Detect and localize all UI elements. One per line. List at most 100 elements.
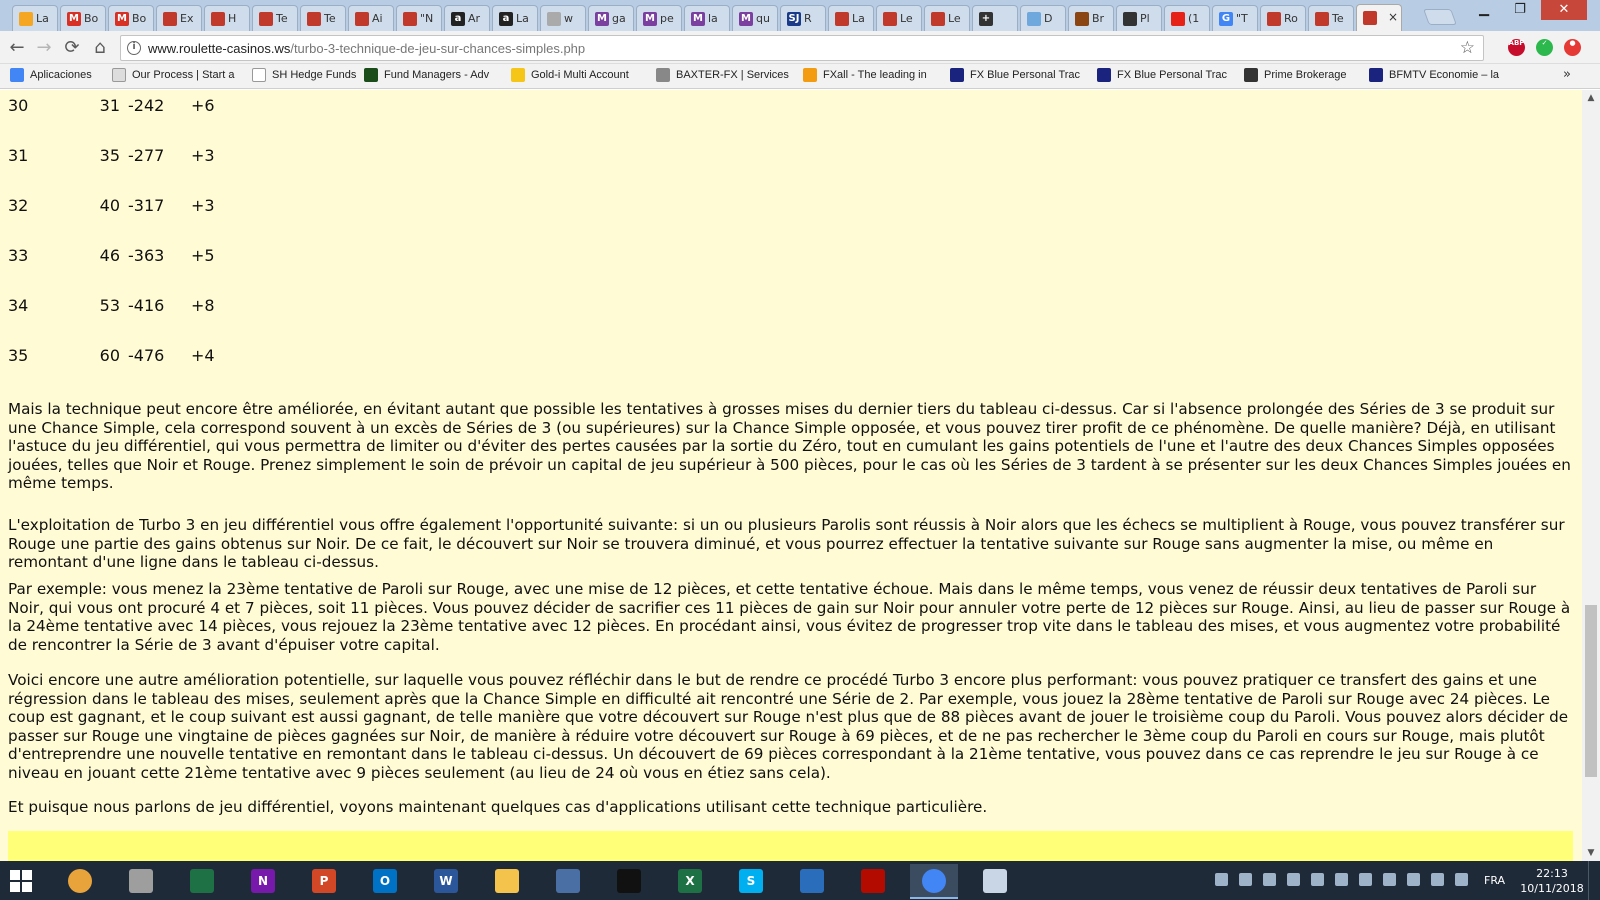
- browser-tab[interactable]: Pl: [1116, 5, 1162, 31]
- taskbar-app-cat-app[interactable]: [605, 864, 653, 899]
- bookmark-item[interactable]: Prime Brokerage: [1244, 68, 1362, 85]
- bookmark-item[interactable]: BFMTV Economie – la: [1369, 68, 1524, 85]
- browser-tab[interactable]: Mqu: [732, 5, 778, 31]
- tab-title: Br: [1092, 12, 1105, 25]
- browser-tab[interactable]: Te: [252, 5, 298, 31]
- more-bookmarks-button[interactable]: »: [1563, 67, 1571, 82]
- bookmark-item[interactable]: FXall - The leading in: [803, 68, 943, 85]
- taskbar-app-word[interactable]: W: [422, 864, 470, 899]
- show-desktop-button[interactable]: [1588, 861, 1600, 900]
- address-bar[interactable]: i www.roulette-casinos.ws/turbo-3-techni…: [120, 35, 1484, 61]
- browser-tab[interactable]: M Bo: [60, 5, 106, 31]
- maximize-button[interactable]: ❐: [1506, 0, 1534, 20]
- home-button[interactable]: ⌂: [89, 37, 111, 59]
- tray-icon[interactable]: [1239, 873, 1252, 886]
- tray-icon[interactable]: [1455, 873, 1468, 886]
- browser-tab[interactable]: Ex: [156, 5, 202, 31]
- bookmark-item[interactable]: BAXTER-FX | Services: [656, 68, 796, 85]
- browser-tab[interactable]: +: [972, 5, 1018, 31]
- bookmark-item[interactable]: Gold-i Multi Account: [511, 68, 649, 85]
- browser-tab[interactable]: (1: [1164, 5, 1210, 31]
- row-number: 32: [8, 196, 29, 215]
- bookmark-item[interactable]: SH Hedge Funds: [252, 68, 357, 85]
- browser-tab[interactable]: Br: [1068, 5, 1114, 31]
- tray-icon[interactable]: [1335, 873, 1348, 886]
- site-info-icon[interactable]: i: [127, 41, 141, 55]
- tab-favicon-icon: M: [595, 12, 609, 26]
- tab-close-icon[interactable]: ×: [1388, 10, 1398, 24]
- taskbar-app-onenote[interactable]: N: [239, 864, 287, 899]
- scroll-up-button[interactable]: ▲: [1582, 90, 1600, 106]
- bookmarks-bar: Aplicaciones Our Process | Start a SH Hedg…: [0, 64, 1600, 89]
- browser-tab[interactable]: M Bo: [108, 5, 154, 31]
- taskbar-app-skype[interactable]: S: [727, 864, 775, 899]
- browser-tab[interactable]: Mga: [588, 5, 634, 31]
- windows-logo-icon: [10, 882, 20, 892]
- start-button[interactable]: [10, 870, 32, 892]
- browser-tab[interactable]: Ai: [348, 5, 394, 31]
- tray-icon[interactable]: [1263, 873, 1276, 886]
- scrollbar-thumb[interactable]: [1585, 605, 1597, 777]
- bookmark-item[interactable]: Fund Managers - Adv: [364, 68, 504, 85]
- browser-tab[interactable]: Le: [924, 5, 970, 31]
- taskbar-app-excel-online[interactable]: [178, 864, 226, 899]
- language-indicator[interactable]: FRA: [1484, 874, 1505, 887]
- scroll-down-button[interactable]: ▼: [1582, 845, 1600, 861]
- taskbar-app-chrome[interactable]: [910, 864, 958, 899]
- reload-button[interactable]: ⟳: [61, 37, 83, 59]
- taskbar-app-powerpoint[interactable]: P: [300, 864, 348, 899]
- minimize-button[interactable]: ▁: [1470, 0, 1498, 20]
- clock[interactable]: 22:13 10/11/2018: [1520, 866, 1584, 896]
- tray-icon[interactable]: [1311, 873, 1324, 886]
- browser-tab[interactable]: G "T: [1212, 5, 1258, 31]
- page-scrollbar[interactable]: ▲ ▼: [1582, 90, 1600, 861]
- tray-icon[interactable]: [1215, 873, 1228, 886]
- bookmark-item[interactable]: Our Process | Start a: [112, 68, 245, 85]
- browser-tab[interactable]: a La: [492, 5, 538, 31]
- taskbar-app-paint[interactable]: [971, 864, 1019, 899]
- browser-tab[interactable]: D: [1020, 5, 1066, 31]
- bookmark-favicon-icon: [10, 68, 24, 82]
- browser-tab[interactable]: Ro: [1260, 5, 1306, 31]
- tray-icon[interactable]: [1359, 873, 1372, 886]
- taskbar-app-notepad[interactable]: [117, 864, 165, 899]
- browser-tab[interactable]: SJ R: [780, 5, 826, 31]
- taskbar-app-network-app[interactable]: [788, 864, 836, 899]
- taskbar-app-outlook[interactable]: O: [361, 864, 409, 899]
- browser-tab[interactable]: Te: [1308, 5, 1354, 31]
- tray-icon[interactable]: [1287, 873, 1300, 886]
- browser-tab[interactable]: ×: [1356, 4, 1402, 31]
- bookmark-item[interactable]: FX Blue Personal Trac: [1097, 68, 1237, 85]
- tab-title: qu: [756, 12, 770, 25]
- taskbar-app-acrobat[interactable]: [849, 864, 897, 899]
- taskbar-app-chrome-canary[interactable]: [56, 864, 104, 899]
- adblock-plus-icon[interactable]: ABP: [1508, 39, 1525, 56]
- tray-icon[interactable]: [1383, 873, 1396, 886]
- bookmark-item[interactable]: FX Blue Personal Trac: [950, 68, 1090, 85]
- browser-tab[interactable]: w: [540, 5, 586, 31]
- taskbar-app-excel[interactable]: X: [666, 864, 714, 899]
- close-window-button[interactable]: ✕: [1541, 0, 1587, 20]
- bookmark-star-icon[interactable]: ☆: [1460, 38, 1475, 58]
- back-button[interactable]: ←: [6, 37, 28, 59]
- browser-tab[interactable]: Mpe: [636, 5, 682, 31]
- browser-tab[interactable]: "N: [396, 5, 442, 31]
- new-tab-button[interactable]: [1423, 9, 1457, 25]
- red-ext-icon[interactable]: ●: [1564, 39, 1581, 56]
- check-icon[interactable]: ✓: [1536, 39, 1553, 56]
- forward-button[interactable]: →: [33, 37, 55, 59]
- taskbar-app-owl-app[interactable]: [544, 864, 592, 899]
- tray-icon[interactable]: [1431, 873, 1444, 886]
- bookmark-label: FX Blue Personal Trac: [970, 69, 1081, 81]
- browser-tab[interactable]: Te: [300, 5, 346, 31]
- browser-tab[interactable]: H: [204, 5, 250, 31]
- tray-icon[interactable]: [1407, 873, 1420, 886]
- browser-tab[interactable]: Mla: [684, 5, 730, 31]
- url-text[interactable]: www.roulette-casinos.ws/turbo-3-techniqu…: [148, 41, 585, 56]
- browser-tab[interactable]: La: [12, 5, 58, 31]
- browser-tab[interactable]: a Ar: [444, 5, 490, 31]
- browser-tab[interactable]: La: [828, 5, 874, 31]
- taskbar-app-file-explorer[interactable]: [483, 864, 531, 899]
- browser-tab[interactable]: Le: [876, 5, 922, 31]
- bookmark-item[interactable]: Aplicaciones: [10, 68, 105, 85]
